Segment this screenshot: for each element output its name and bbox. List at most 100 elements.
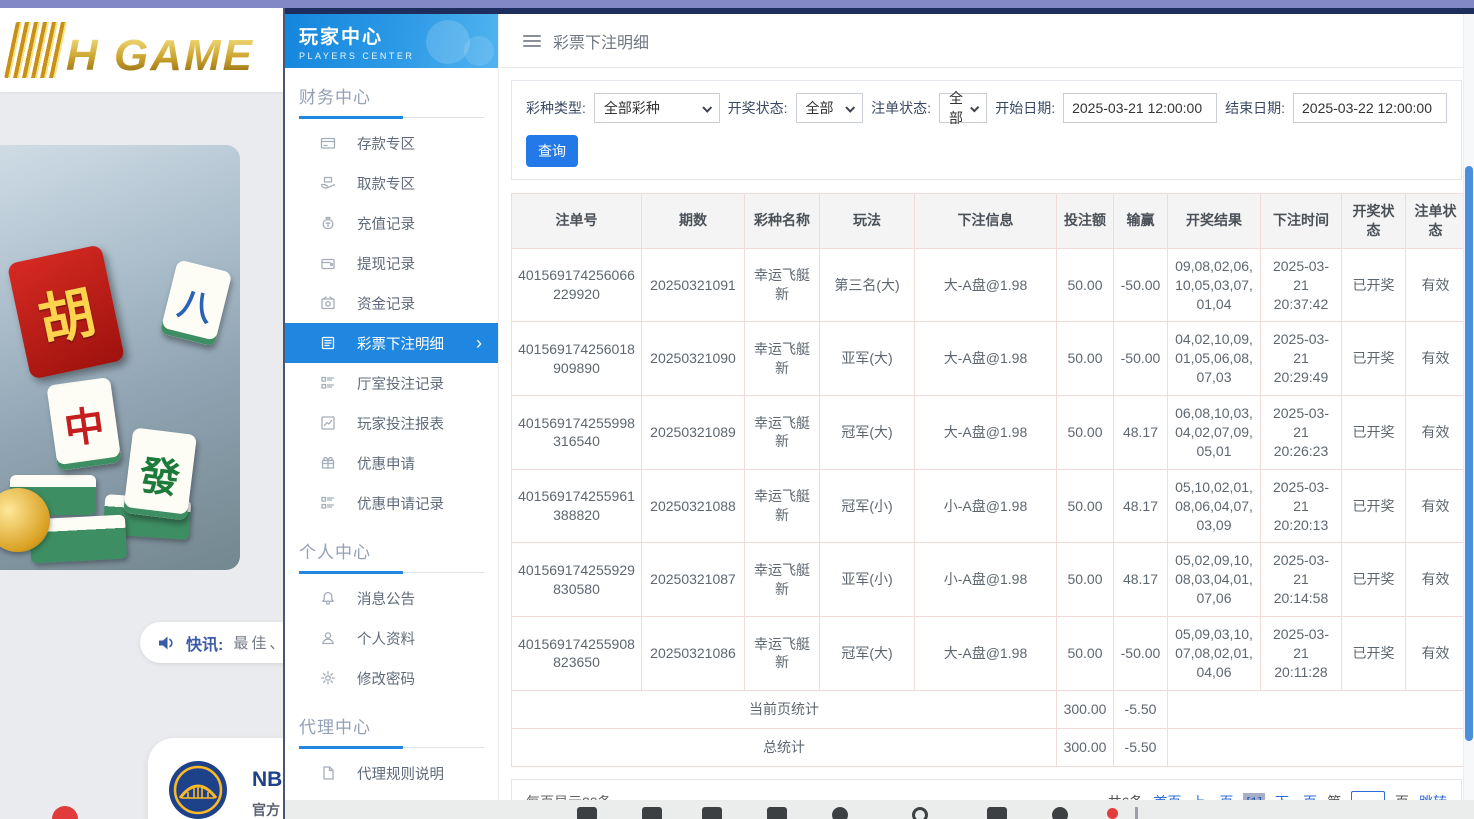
cutoff-icon <box>702 807 722 819</box>
sidebar-item-bell[interactable]: 消息公告 <box>285 578 498 618</box>
cell-play: 冠军(大) <box>820 617 915 691</box>
cell-lottery: 幸运飞艇新 <box>745 543 820 617</box>
cell-amount: 50.00 <box>1057 469 1114 543</box>
cell-lottery: 幸运飞艇新 <box>745 469 820 543</box>
sidebar-item-lottery-bets[interactable]: 彩票下注明细› <box>285 323 498 363</box>
main-content: 彩种类型: 全部彩种 开奖状态: 全部 注单状态: 全部 开始日期: <box>499 68 1474 819</box>
lottery-bets-icon <box>320 335 336 351</box>
sidebar-item-label: 消息公告 <box>357 588 415 609</box>
cell-lottery: 幸运飞艇新 <box>745 248 820 322</box>
sidebar-item-funds[interactable]: 资金记录 <box>285 283 498 323</box>
cell-amount: 50.00 <box>1057 322 1114 396</box>
cell-win_loss: 48.17 <box>1114 469 1168 543</box>
cell-win_loss: 48.17 <box>1114 543 1168 617</box>
browser-top-bar <box>0 0 1474 8</box>
cell-bet_time: 2025-03-21 20:37:42 <box>1261 248 1342 322</box>
sidebar-item-label: 彩票下注明细 <box>357 333 444 354</box>
start-date-input[interactable] <box>1063 93 1217 123</box>
cell-win_loss: -50.00 <box>1114 322 1168 396</box>
cell-bet_status: 有效 <box>1406 248 1466 322</box>
sidebar-item-label: 修改密码 <box>357 668 415 689</box>
cell-period: 20250321087 <box>642 543 745 617</box>
sidebar-item-deposit[interactable]: 存款专区 <box>285 123 498 163</box>
cell-win_loss: 48.17 <box>1114 396 1168 470</box>
draw-status-select[interactable]: 全部 <box>796 93 864 123</box>
column-header: 注单号 <box>512 194 642 249</box>
cutoff-bottom-strip <box>285 800 1474 819</box>
cell-bet_info: 大-A盘@1.98 <box>915 396 1057 470</box>
gear-icon <box>320 670 336 686</box>
hall-bets-icon <box>320 375 336 391</box>
cell-draw_status: 已开奖 <box>1342 248 1406 322</box>
cell-result: 05,10,02,01,08,06,04,07,03,09 <box>1168 469 1261 543</box>
end-date-input[interactable] <box>1293 93 1447 123</box>
sidebar-item-withdraw[interactable]: 取款专区 <box>285 163 498 203</box>
nba-team-logo-icon <box>168 760 228 819</box>
cell-bet_time: 2025-03-21 20:11:28 <box>1261 617 1342 691</box>
page-summary-row: 当前页统计 300.00 -5.50 <box>512 690 1466 728</box>
sidebar-item-label: 个人资料 <box>357 628 415 649</box>
chevron-down-icon <box>702 102 712 112</box>
cell-period: 20250321089 <box>642 396 745 470</box>
sidebar-item-hall-bets[interactable]: 厅室投注记录 <box>285 363 498 403</box>
mahjong-tile: 發 <box>123 427 197 520</box>
vertical-scrollbar[interactable] <box>1463 14 1474 800</box>
sidebar-item-promo-record[interactable]: 优惠申请记录 <box>285 483 498 523</box>
cell-lottery: 幸运飞艇新 <box>745 322 820 396</box>
cell-bet_no: 401569174255998316540 <box>512 396 642 470</box>
section-underline <box>299 116 484 119</box>
sidebar-item-label: 存款专区 <box>357 133 415 154</box>
column-header: 彩种名称 <box>745 194 820 249</box>
cell-draw_status: 已开奖 <box>1342 617 1406 691</box>
hu-banner: 胡 <box>7 244 125 379</box>
mahjong-promo-image: 八 中 發 胡 <box>0 145 240 570</box>
sidebar-item-doc[interactable]: 代理规则说明 <box>285 753 498 793</box>
cell-bet_status: 有效 <box>1406 543 1466 617</box>
main-header: 彩票下注明细 <box>499 14 1474 68</box>
cell-lottery: 幸运飞艇新 <box>745 396 820 470</box>
sidebar-item-promo[interactable]: 优惠申请 <box>285 443 498 483</box>
column-header: 期数 <box>642 194 745 249</box>
bet-status-select[interactable]: 全部 <box>939 93 987 123</box>
bet-status-label: 注单状态: <box>871 98 931 118</box>
menu-icon[interactable] <box>523 35 541 47</box>
sidebar-item-gear[interactable]: 修改密码 <box>285 658 498 698</box>
sidebar-item-report[interactable]: 玩家投注报表 <box>285 403 498 443</box>
cell-bet_no: 401569174255929830580 <box>512 543 642 617</box>
mahjong-tile: 八 <box>160 259 233 346</box>
cell-draw_status: 已开奖 <box>1342 396 1406 470</box>
scrollbar-thumb[interactable] <box>1465 166 1473 741</box>
cell-result: 06,08,10,03,04,02,07,09,05,01 <box>1168 396 1261 470</box>
column-header: 输赢 <box>1114 194 1168 249</box>
cell-win_loss: -50.00 <box>1114 617 1168 691</box>
withdraw-icon <box>320 175 336 191</box>
page-summary-label: 当前页统计 <box>512 690 1057 728</box>
page-summary-winloss: -5.50 <box>1114 690 1168 728</box>
site-logo[interactable]: H GAME <box>10 22 254 78</box>
cell-bet_no: 401569174255961388820 <box>512 469 642 543</box>
cell-bet_no: 401569174256018909890 <box>512 322 642 396</box>
sidebar-item-label: 玩家投注报表 <box>357 413 444 434</box>
start-date-label: 开始日期: <box>995 98 1055 118</box>
cell-result: 09,08,02,06,10,05,03,07,01,04 <box>1168 248 1261 322</box>
sidebar-header: 玩家中心 PLAYERS CENTER <box>285 14 498 68</box>
cutoff-icon <box>642 807 662 819</box>
cell-period: 20250321086 <box>642 617 745 691</box>
chevron-down-icon <box>845 102 855 112</box>
column-header: 开奖状态 <box>1342 194 1406 249</box>
gamepad-decoration-icon <box>464 36 494 66</box>
cell-draw_status: 已开奖 <box>1342 469 1406 543</box>
sidebar-item-profile[interactable]: 个人资料 <box>285 618 498 658</box>
logo-text: H GAME <box>66 34 254 78</box>
cell-bet_status: 有效 <box>1406 617 1466 691</box>
sidebar-item-cashout[interactable]: 提现记录 <box>285 243 498 283</box>
cutoff-icon <box>912 807 928 819</box>
sidebar-item-recharge[interactable]: 充值记录 <box>285 203 498 243</box>
cell-amount: 50.00 <box>1057 543 1114 617</box>
search-button[interactable]: 查询 <box>526 135 578 167</box>
lottery-type-select[interactable]: 全部彩种 <box>594 93 720 123</box>
sidebar-section-label: 代理中心 <box>299 713 484 738</box>
page-title: 彩票下注明细 <box>553 29 649 53</box>
cell-play: 冠军(大) <box>820 396 915 470</box>
cell-result: 05,09,03,10,07,08,02,01,04,06 <box>1168 617 1261 691</box>
